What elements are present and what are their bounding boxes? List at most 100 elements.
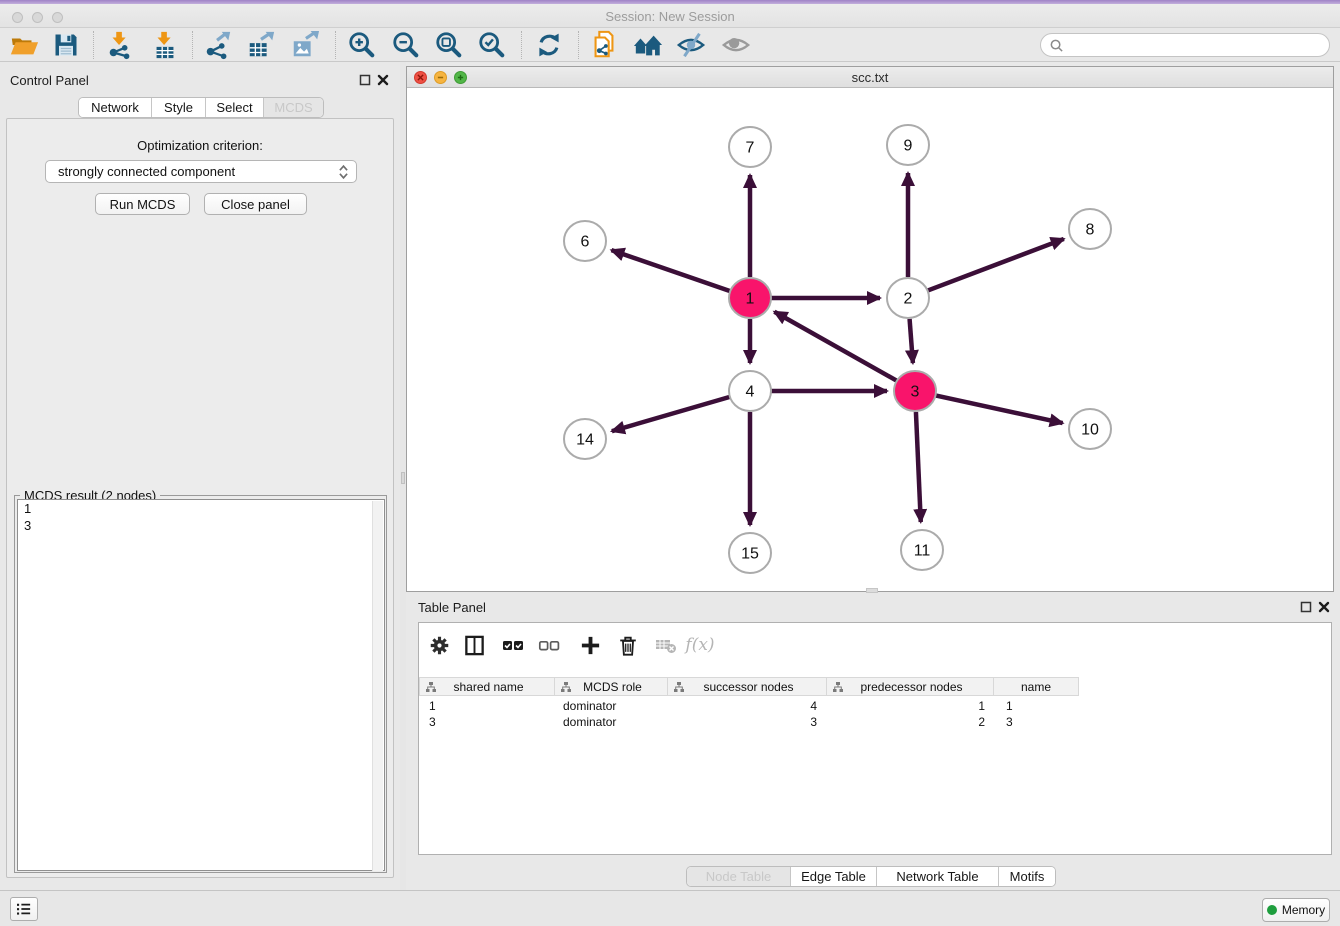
- add-row-button[interactable]: [575, 630, 605, 660]
- column-header-predecessor-nodes[interactable]: predecessor nodes: [827, 677, 994, 696]
- tab-network-table[interactable]: Network Table: [877, 867, 999, 886]
- svg-text:1: 1: [746, 291, 755, 308]
- tab-select[interactable]: Select: [206, 98, 264, 117]
- mcds-result-line: 1: [18, 500, 384, 517]
- optimization-criterion-select[interactable]: strongly connected component: [45, 160, 357, 183]
- close-panel-icon[interactable]: [377, 74, 389, 86]
- svg-text:9: 9: [904, 138, 913, 155]
- graph-node-8[interactable]: 8: [1069, 209, 1111, 249]
- home-button[interactable]: [630, 30, 666, 60]
- select-all-button[interactable]: [498, 630, 528, 660]
- zoom-selected-icon: [477, 30, 507, 60]
- column-header-shared-name[interactable]: shared name: [419, 677, 555, 696]
- task-history-button[interactable]: [10, 897, 38, 921]
- search-icon: [1049, 38, 1064, 53]
- save-icon: [52, 31, 80, 59]
- table-toolbar: f(x): [419, 623, 1331, 667]
- divider-grip[interactable]: [401, 472, 405, 484]
- close-table-panel-icon[interactable]: [1318, 601, 1330, 613]
- table-row[interactable]: 1 dominator 4 1 1: [419, 698, 1079, 714]
- graph-edge-1-6[interactable]: [611, 250, 730, 291]
- svg-text:15: 15: [741, 546, 759, 563]
- import-table-button[interactable]: [147, 30, 183, 60]
- result-scrollbar[interactable]: [372, 501, 383, 871]
- zoom-in-icon: [347, 30, 377, 60]
- memory-label: Memory: [1282, 903, 1325, 917]
- graph-edge-3-11[interactable]: [916, 412, 921, 522]
- table-settings-button[interactable]: [424, 630, 454, 660]
- network-window-title: scc.txt: [407, 70, 1333, 85]
- search-input[interactable]: [1068, 38, 1329, 52]
- tab-network[interactable]: Network: [79, 98, 152, 117]
- table-header-row: shared name MCDS role successor nodes pr…: [419, 677, 1079, 696]
- home-icon: [632, 30, 664, 60]
- zoom-fit-button[interactable]: [431, 30, 467, 60]
- float-panel-icon[interactable]: [359, 74, 371, 86]
- float-table-panel-icon[interactable]: [1300, 601, 1312, 613]
- import-network-button[interactable]: [102, 30, 138, 60]
- open-session-button[interactable]: [6, 30, 42, 60]
- save-session-button[interactable]: [48, 30, 84, 60]
- main-toolbar: [0, 28, 1340, 62]
- graph-edge-2-8[interactable]: [928, 239, 1064, 291]
- search-field[interactable]: [1040, 33, 1330, 57]
- show-columns-button[interactable]: [459, 630, 489, 660]
- delete-row-button[interactable]: [613, 630, 643, 660]
- graph-edge-3-1[interactable]: [774, 312, 896, 381]
- svg-text:14: 14: [576, 432, 594, 449]
- zoom-in-button[interactable]: [344, 30, 380, 60]
- duplicate-network-button[interactable]: [586, 30, 622, 60]
- tab-motifs[interactable]: Motifs: [999, 867, 1055, 886]
- status-bar: Memory: [0, 890, 1340, 926]
- refresh-icon: [535, 31, 563, 59]
- fx-icon: f(x): [685, 635, 714, 655]
- deselect-all-icon: [537, 633, 561, 657]
- close-panel-button[interactable]: Close panel: [204, 193, 307, 215]
- tab-node-table[interactable]: Node Table: [687, 867, 791, 886]
- tab-style[interactable]: Style: [152, 98, 206, 117]
- graph-node-11[interactable]: 11: [901, 530, 943, 570]
- export-image-button[interactable]: [287, 30, 323, 60]
- graph-node-1[interactable]: 1: [729, 278, 771, 318]
- export-table-button[interactable]: [243, 30, 279, 60]
- graph-node-3[interactable]: 3: [894, 371, 936, 411]
- table-tabs: Node Table Edge Table Network Table Moti…: [686, 866, 1056, 887]
- optimization-criterion-value: strongly connected component: [58, 164, 337, 179]
- network-canvas[interactable]: 7 9 6 8 1 2 4 3 14 10 15 11: [407, 88, 1333, 591]
- delete-table-icon: [654, 633, 678, 657]
- column-type-icon: [425, 681, 437, 693]
- graph-node-2[interactable]: 2: [887, 278, 929, 318]
- zoom-selected-button[interactable]: [474, 30, 510, 60]
- table-row[interactable]: 3 dominator 3 2 3: [419, 714, 1079, 730]
- show-graphics-details-button[interactable]: [718, 30, 754, 60]
- graph-edge-3-10[interactable]: [936, 395, 1063, 423]
- hide-graphics-details-button[interactable]: [673, 30, 709, 60]
- graph-node-7[interactable]: 7: [729, 127, 771, 167]
- trash-icon: [617, 634, 639, 657]
- column-header-mcds-role[interactable]: MCDS role: [555, 677, 668, 696]
- export-network-button[interactable]: [200, 30, 236, 60]
- graph-node-4[interactable]: 4: [729, 371, 771, 411]
- graph-edge-4-14[interactable]: [612, 397, 730, 431]
- window-title: Session: New Session: [0, 9, 1340, 24]
- column-header-successor-nodes[interactable]: successor nodes: [668, 677, 827, 696]
- zoom-out-button[interactable]: [388, 30, 424, 60]
- graph-node-10[interactable]: 10: [1069, 409, 1111, 449]
- tab-edge-table[interactable]: Edge Table: [791, 867, 877, 886]
- column-header-name[interactable]: name: [994, 677, 1079, 696]
- graph-node-9[interactable]: 9: [887, 125, 929, 165]
- tab-mcds[interactable]: MCDS: [264, 98, 323, 117]
- memory-button[interactable]: Memory: [1262, 898, 1330, 922]
- delete-table-button[interactable]: [651, 630, 681, 660]
- graph-node-14[interactable]: 14: [564, 419, 606, 459]
- cell-mcds-role: dominator: [555, 714, 668, 730]
- mcds-result-list[interactable]: 1 3: [17, 499, 385, 871]
- refresh-button[interactable]: [531, 30, 567, 60]
- function-builder-button[interactable]: f(x): [685, 630, 715, 660]
- cell-mcds-role: dominator: [555, 698, 668, 714]
- deselect-all-button[interactable]: [534, 630, 564, 660]
- graph-node-6[interactable]: 6: [564, 221, 606, 261]
- graph-node-15[interactable]: 15: [729, 533, 771, 573]
- run-mcds-button[interactable]: Run MCDS: [95, 193, 190, 215]
- graph-edge-2-3[interactable]: [910, 319, 913, 363]
